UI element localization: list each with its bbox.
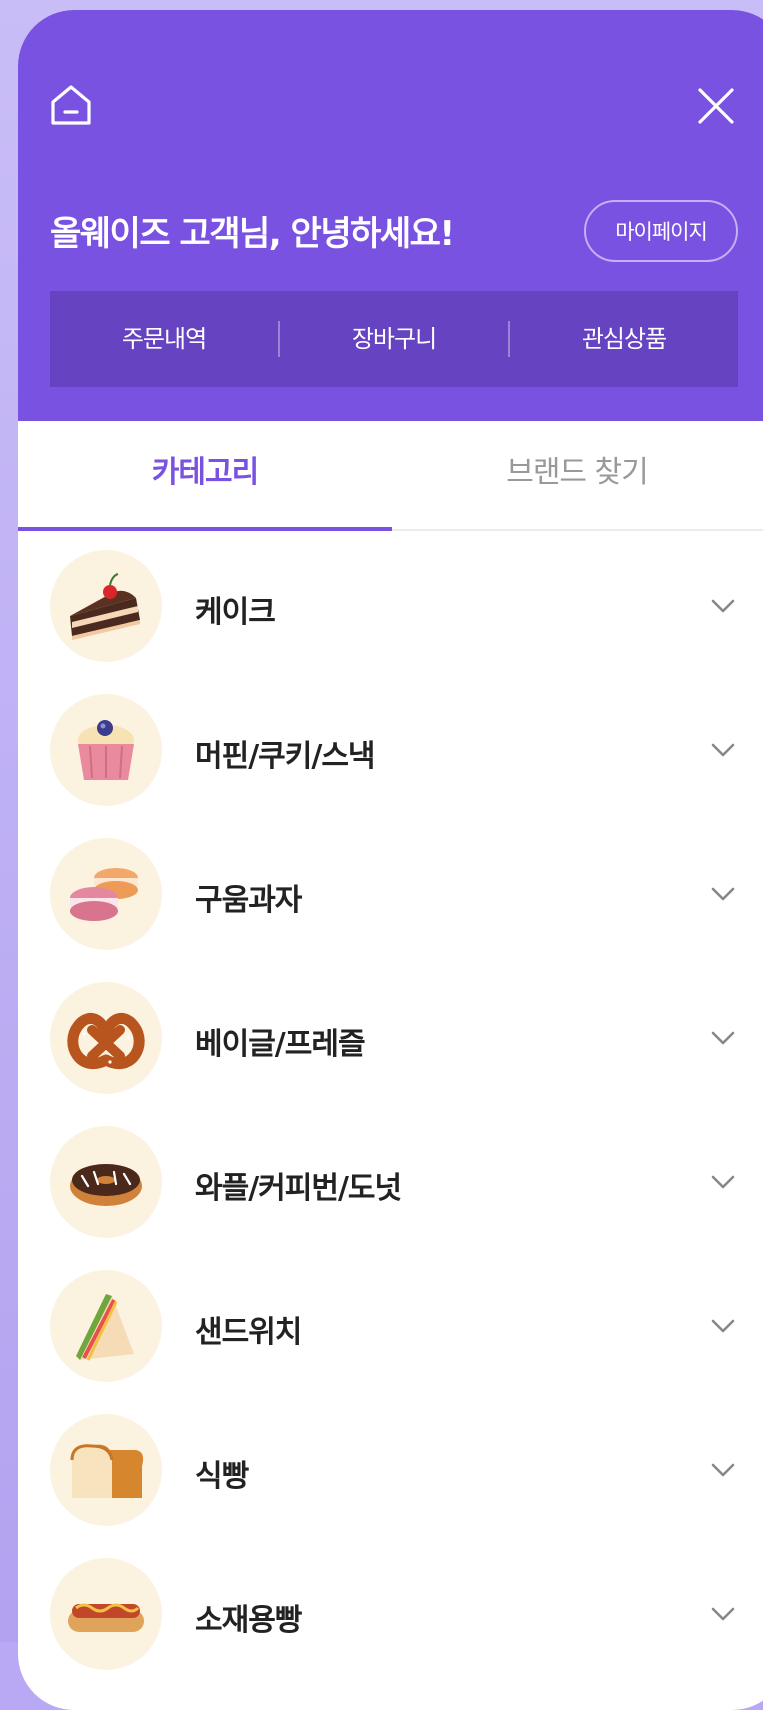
category-label: 베이글/프레즐 (195, 1027, 366, 1062)
chevron-down-icon (711, 1175, 735, 1189)
macaron-icon (50, 838, 162, 950)
close-icon[interactable] (696, 86, 736, 126)
cake-slice-icon (50, 550, 162, 662)
category-item-waffle-donut[interactable]: 와플/커피번/도넛 (18, 1107, 763, 1251)
hotdog-icon (50, 1558, 162, 1670)
chevron-down-icon (711, 1607, 735, 1621)
category-item-muffin[interactable]: 머핀/쿠키/스낵 (18, 675, 763, 819)
category-item-bread[interactable]: 식빵 (18, 1395, 763, 1539)
category-label: 케이크 (195, 595, 276, 630)
menu-tabs: 카테고리 브랜드 찾기 (18, 421, 763, 531)
quick-menu-wishlist[interactable]: 관심상품 (510, 291, 738, 387)
category-label: 머핀/쿠키/스낵 (195, 739, 376, 774)
category-label: 식빵 (195, 1459, 249, 1494)
category-label: 와플/커피번/도넛 (195, 1171, 402, 1206)
chevron-down-icon (711, 743, 735, 757)
mypage-button[interactable]: 마이페이지 (584, 200, 738, 262)
quick-menu-orders[interactable]: 주문내역 (50, 291, 278, 387)
side-menu-panel: 올웨이즈 고객님, 안녕하세요! 마이페이지 주문내역 장바구니 관심상품 카테… (18, 10, 763, 1710)
menu-header: 올웨이즈 고객님, 안녕하세요! 마이페이지 주문내역 장바구니 관심상품 (18, 10, 763, 421)
category-item-baked-snack[interactable]: 구움과자 (18, 819, 763, 963)
donut-icon (50, 1126, 162, 1238)
chevron-down-icon (711, 1463, 735, 1477)
quick-menu-bar: 주문내역 장바구니 관심상품 (50, 291, 738, 387)
chevron-down-icon (711, 887, 735, 901)
category-label: 소재용빵 (195, 1603, 302, 1638)
category-item-bagel-pretzel[interactable]: 베이글/프레즐 (18, 963, 763, 1107)
category-label: 구움과자 (195, 883, 302, 918)
category-item-cake[interactable]: 케이크 (18, 531, 763, 675)
category-label: 샌드위치 (195, 1315, 302, 1350)
bread-loaf-icon (50, 1414, 162, 1526)
chevron-down-icon (711, 599, 735, 613)
greeting-text: 올웨이즈 고객님, 안녕하세요! (50, 214, 455, 254)
quick-menu-cart[interactable]: 장바구니 (280, 291, 508, 387)
sandwich-icon (50, 1270, 162, 1382)
category-list: 케이크 머핀/쿠키/스낵 구움과자 베이글/프레즐 와플/커피번/도넛 샌드위치… (18, 531, 763, 1683)
cupcake-icon (50, 694, 162, 806)
tab-brand-search[interactable]: 브랜드 찾기 (392, 421, 762, 529)
chevron-down-icon (711, 1319, 735, 1333)
home-icon[interactable] (48, 82, 94, 128)
category-item-ingredient-bread[interactable]: 소재용빵 (18, 1539, 763, 1683)
pretzel-icon (50, 982, 162, 1094)
chevron-down-icon (711, 1031, 735, 1045)
tab-category[interactable]: 카테고리 (18, 421, 392, 531)
category-item-sandwich[interactable]: 샌드위치 (18, 1251, 763, 1395)
